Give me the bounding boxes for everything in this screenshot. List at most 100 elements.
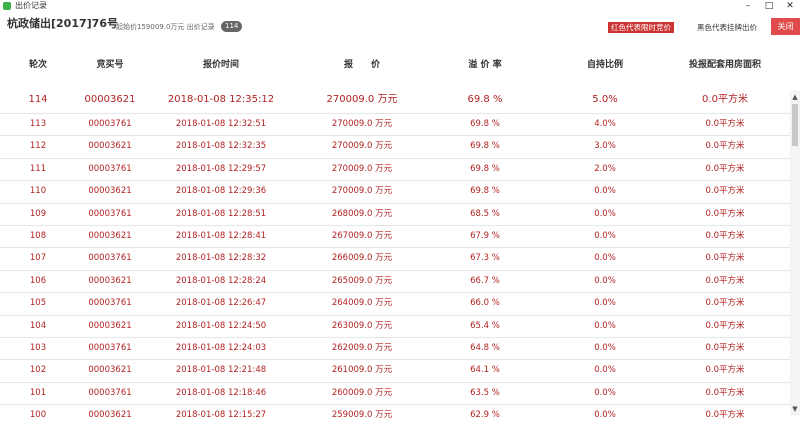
table-row[interactable]: 106 00003621 2018-01-08 12:28:24 265009.0 万… (0, 270, 790, 294)
cell-premium: 63.5 % (470, 387, 500, 398)
col-time: 报价时间 (202, 60, 240, 70)
cell-self-hold: 0.0% (594, 208, 616, 219)
table-row[interactable]: 100 00003621 2018-01-08 12:15:27 259009.0 万… (0, 404, 790, 427)
page-header: 杭政储出[2017]76号 起始价159009.0万元 出价记录 114 红色代… (0, 12, 800, 38)
cell-time: 2018-01-08 12:29:36 (175, 186, 267, 197)
legend-black-listing-bid: 黑色代表挂牌出价 (697, 23, 757, 32)
cell-time: 2018-01-08 12:28:41 (175, 231, 267, 241)
start-price-text: 起始价159009.0万元 出价记录 (116, 23, 215, 31)
col-premium: 溢 价 率 (468, 60, 502, 70)
cell-time: 2018-01-08 12:24:03 (175, 343, 267, 353)
cell-self-hold: 0.0% (594, 275, 616, 286)
cell-round: 112 (29, 141, 47, 152)
cell-self-hold: 4.0% (594, 119, 616, 129)
bid-table[interactable]: 114 00003621 2018-01-08 12:35:12 270009.0 万… (0, 87, 790, 427)
cell-price: 270009.0 万元 (331, 186, 393, 197)
cell-premium: 68.5 % (470, 208, 500, 219)
maximize-icon[interactable]: □ (762, 0, 776, 12)
cell-self-hold: 0.0% (594, 365, 616, 376)
cell-premium: 69.8 % (470, 163, 500, 174)
cell-price: 266009.0 万元 (331, 253, 393, 264)
cell-round: 113 (29, 119, 47, 129)
table-row[interactable]: 105 00003761 2018-01-08 12:26:47 264009.0 万… (0, 292, 790, 316)
cell-self-hold: 0.0% (594, 231, 616, 241)
cell-price: 270009.0 万元 (331, 163, 393, 174)
cell-price: 262009.0 万元 (331, 343, 393, 353)
table-row[interactable]: 101 00003761 2018-01-08 12:18:46 260009.0 万… (0, 382, 790, 406)
table-row[interactable]: 108 00003621 2018-01-08 12:28:41 267009.0 万… (0, 225, 790, 249)
table-row[interactable]: 103 00003761 2018-01-08 12:24:03 262009.0 万… (0, 337, 790, 361)
cell-self-hold: 2.0% (594, 163, 616, 174)
cell-premium: 65.4 % (470, 320, 500, 331)
cell-self-hold: 0.0% (594, 387, 616, 398)
cell-premium: 66.0 % (470, 298, 500, 309)
cell-self-hold: 0.0% (594, 298, 616, 309)
cell-bidder: 00003761 (88, 298, 132, 309)
cell-bidder: 00003621 (88, 275, 132, 286)
cell-bidder: 00003761 (88, 119, 132, 129)
cell-bidder: 00003621 (88, 365, 132, 376)
cell-round: 105 (29, 298, 47, 309)
table-row[interactable]: 110 00003621 2018-01-08 12:29:36 270009.0 万… (0, 180, 790, 204)
cell-price: 259009.0 万元 (331, 410, 393, 421)
cell-time: 2018-01-08 12:21:48 (175, 365, 267, 376)
cell-self-hold: 5.0% (592, 94, 618, 105)
cell-bidder: 00003621 (88, 141, 132, 152)
scrollbar-thumb[interactable] (792, 104, 798, 146)
cell-area: 0.0平方米 (702, 94, 748, 105)
cell-round: 102 (29, 365, 47, 376)
cell-time: 2018-01-08 12:32:51 (175, 119, 267, 129)
page-title: 杭政储出[2017]76号 (7, 17, 118, 30)
cell-area: 0.0平方米 (705, 186, 745, 197)
cell-premium: 67.3 % (470, 253, 500, 264)
cell-premium: 62.9 % (470, 410, 500, 421)
cell-time: 2018-01-08 12:29:57 (175, 163, 267, 174)
cell-price: 267009.0 万元 (331, 231, 393, 241)
cell-round: 104 (29, 320, 47, 331)
col-round: 轮次 (28, 60, 48, 70)
cell-self-hold: 0.0% (594, 343, 616, 353)
cell-time: 2018-01-08 12:28:32 (175, 253, 267, 264)
cell-price: 270009.0 万元 (331, 141, 393, 152)
cell-area: 0.0平方米 (705, 141, 745, 152)
legend-red-timed-bid: 红色代表限时竞价 (608, 22, 674, 33)
table-row[interactable]: 113 00003761 2018-01-08 12:32:51 270009.0 万… (0, 113, 790, 137)
cell-bidder: 00003761 (88, 343, 132, 353)
table-header: 轮次 竞买号 报价时间 报 价 溢 价 率 自持比例 投报配套用房面积 (0, 54, 790, 76)
scroll-down-icon[interactable]: ▼ (790, 405, 800, 413)
cell-premium: 66.7 % (470, 275, 500, 286)
table-row[interactable]: 112 00003621 2018-01-08 12:32:35 270009.0 万… (0, 135, 790, 159)
table-row[interactable]: 102 00003621 2018-01-08 12:21:48 261009.0 万… (0, 359, 790, 383)
cell-time: 2018-01-08 12:35:12 (167, 94, 275, 105)
table-row[interactable]: 109 00003761 2018-01-08 12:28:51 268009.0 万… (0, 203, 790, 226)
cell-round: 101 (29, 387, 47, 398)
cell-price: 261009.0 万元 (331, 365, 393, 376)
scroll-up-icon[interactable]: ▲ (790, 93, 800, 101)
table-row[interactable]: 104 00003621 2018-01-08 12:24:50 263009.0 万… (0, 315, 790, 338)
cell-self-hold: 0.0% (594, 186, 616, 197)
window-close-icon[interactable]: ✕ (783, 0, 797, 12)
cell-self-hold: 3.0% (594, 141, 616, 152)
cell-time: 2018-01-08 12:18:46 (175, 387, 267, 398)
cell-self-hold: 0.0% (594, 253, 616, 264)
cell-price: 265009.0 万元 (331, 275, 393, 286)
cell-price: 263009.0 万元 (331, 320, 393, 331)
minimize-icon[interactable]: – (741, 0, 755, 12)
cell-bidder: 00003761 (88, 387, 132, 398)
close-button[interactable]: 关闭 (771, 18, 800, 35)
table-row[interactable]: 114 00003621 2018-01-08 12:35:12 270009.0 万… (0, 87, 790, 114)
cell-bidder: 00003621 (84, 94, 136, 105)
window-titlebar: 出价记录 – □ ✕ (0, 0, 800, 12)
table-row[interactable]: 107 00003761 2018-01-08 12:28:32 266009.0 万… (0, 247, 790, 271)
cell-time: 2018-01-08 12:24:50 (175, 320, 267, 331)
cell-area: 0.0平方米 (705, 343, 745, 353)
col-bidder: 竞买号 (96, 60, 124, 70)
cell-area: 0.0平方米 (705, 298, 745, 309)
cell-bidder: 00003621 (88, 186, 132, 197)
cell-bidder: 00003761 (88, 163, 132, 174)
cell-round: 111 (29, 163, 47, 174)
table-row[interactable]: 111 00003761 2018-01-08 12:29:57 270009.0 万… (0, 158, 790, 182)
cell-round: 114 (28, 94, 48, 105)
cell-round: 106 (29, 275, 47, 286)
cell-time: 2018-01-08 12:15:27 (175, 410, 267, 421)
